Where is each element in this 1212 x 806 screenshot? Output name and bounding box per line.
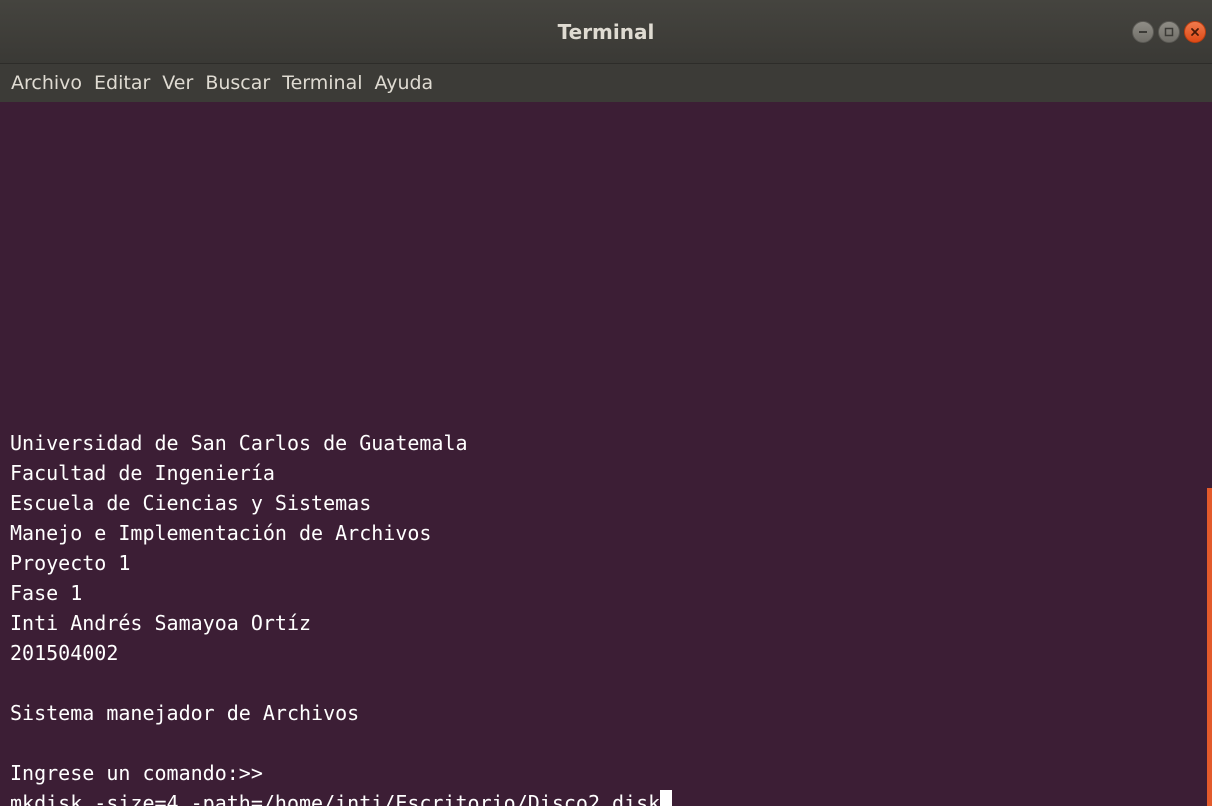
- terminal-line: Escuela de Ciencias y Sistemas: [10, 491, 372, 515]
- terminal-line: Manejo e Implementación de Archivos: [10, 521, 432, 545]
- terminal-window: Terminal Archivo Editar Ver Buscar Terminal A…: [0, 0, 1212, 806]
- terminal-line: Sistema manejador de Archivos: [10, 701, 360, 725]
- terminal-lines: Universidad de San Carlos de Guatemala Fa…: [10, 428, 673, 806]
- menu-item-editar[interactable]: Editar: [88, 67, 156, 100]
- minimize-button[interactable]: [1132, 21, 1154, 43]
- terminal-line: 201504002: [10, 641, 119, 665]
- scrollbar[interactable]: [1207, 488, 1212, 806]
- terminal-line: Universidad de San Carlos de Guatemala: [10, 431, 468, 455]
- minimize-icon: [1139, 31, 1147, 33]
- maximize-icon: [1164, 27, 1174, 37]
- command-input-line[interactable]: mkdisk -size=4 -path=/home/inti/Escritor…: [10, 788, 673, 806]
- terminal-line: Inti Andrés Samayoa Ortíz: [10, 611, 312, 635]
- terminal-output[interactable]: Universidad de San Carlos de Guatemala Fa…: [0, 102, 1212, 806]
- menu-item-buscar[interactable]: Buscar: [199, 67, 276, 100]
- window-controls: [1132, 21, 1206, 43]
- maximize-button[interactable]: [1158, 21, 1180, 43]
- command-text: mkdisk -size=4 -path=/home/inti/Escritor…: [10, 791, 661, 806]
- menu-item-terminal[interactable]: Terminal: [276, 67, 368, 100]
- terminal-line: Proyecto 1: [10, 551, 131, 575]
- menu-item-archivo[interactable]: Archivo: [5, 67, 88, 100]
- window-title: Terminal: [557, 20, 655, 44]
- close-icon: [1191, 28, 1199, 36]
- menu-item-ayuda[interactable]: Ayuda: [369, 67, 440, 100]
- terminal-line: Ingrese un comando:>>: [10, 761, 263, 785]
- menu-bar: Archivo Editar Ver Buscar Terminal Ayuda: [0, 64, 1212, 102]
- close-button[interactable]: [1184, 21, 1206, 43]
- terminal-line: Facultad de Ingeniería: [10, 461, 275, 485]
- title-bar[interactable]: Terminal: [0, 0, 1212, 64]
- text-cursor: [660, 790, 673, 806]
- menu-item-ver[interactable]: Ver: [156, 67, 199, 100]
- terminal-line: Fase 1: [10, 581, 83, 605]
